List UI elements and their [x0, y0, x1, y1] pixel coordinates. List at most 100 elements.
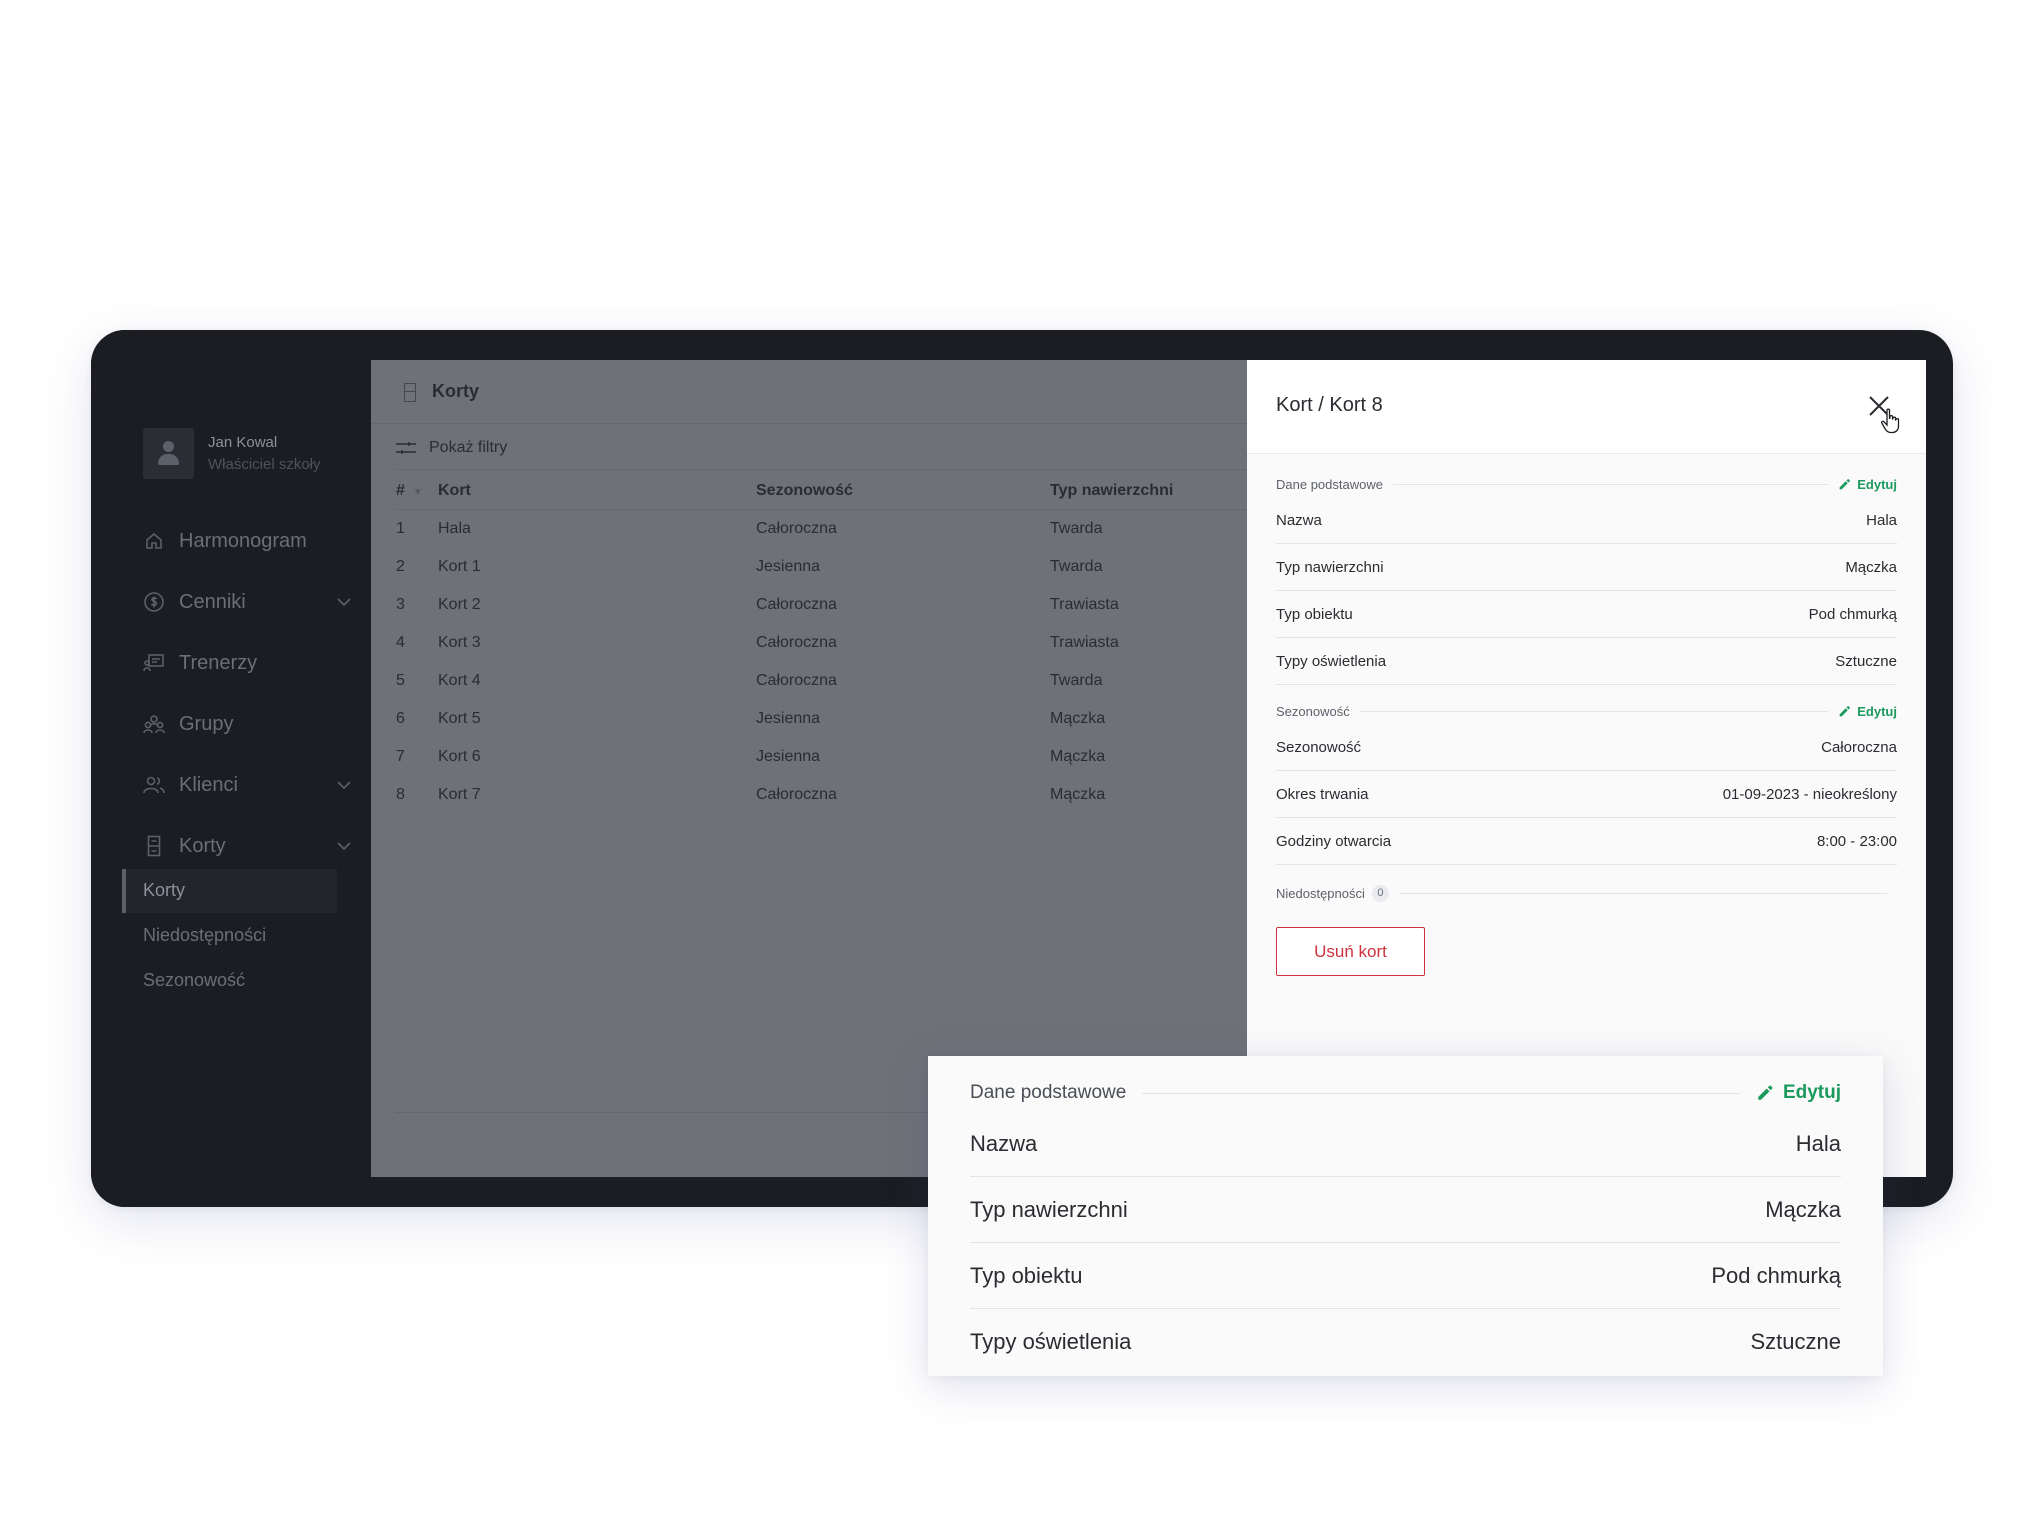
table-cell: Mączka: [1050, 710, 1106, 727]
section-header-season: Sezonowość Edytuj: [1276, 701, 1897, 721]
sidebar-subitem-niedostepnosci[interactable]: Niedostępności: [143, 925, 266, 946]
user-role: Właściciel szkoły: [208, 455, 321, 473]
chevron-down-icon[interactable]: [335, 593, 353, 611]
table-cell: Jesienna: [756, 558, 821, 575]
section-header-unavailability: Niedostępności 0: [1276, 883, 1897, 903]
panel-header: Kort / Kort 8: [1247, 360, 1926, 454]
zoom-section-header: Dane podstawowe Edytuj: [970, 1078, 1841, 1108]
pencil-icon: [1758, 1085, 1773, 1100]
pencil-icon: [1839, 478, 1851, 489]
detail-row: Nazwa Hala: [1276, 497, 1897, 544]
detail-row: Typ nawierzchni Mączka: [970, 1177, 1841, 1243]
detail-value: Hala: [1866, 511, 1897, 529]
detail-value: 01-09-2023 - nieokreślony: [1722, 785, 1897, 803]
sliders-icon: [396, 441, 416, 454]
table-row[interactable]: 6 Kort 5 Jesienna Mączka: [395, 700, 1247, 738]
table-cell: 4: [396, 634, 405, 651]
dollar-icon: [143, 591, 165, 613]
court-icon: [143, 835, 165, 857]
column-header[interactable]: Kort: [438, 472, 471, 510]
table-cell: Całoroczna: [756, 634, 837, 651]
hand-cursor-icon: [1881, 408, 1900, 434]
table-cell: Całoroczna: [756, 672, 837, 689]
detail-key: Typ nawierzchni: [1276, 558, 1384, 576]
column-header[interactable]: Sezonowość: [756, 472, 853, 510]
table-row[interactable]: 2 Kort 1 Jesienna Twarda: [395, 548, 1247, 586]
table-cell: 1: [396, 520, 405, 537]
count-badge: 0: [1371, 884, 1389, 902]
table-cell: Kort 5: [438, 710, 481, 727]
table-cell: 5: [396, 672, 405, 689]
detail-value: Mączka: [1765, 1196, 1841, 1222]
sidebar-item-label: Grupy: [179, 712, 234, 735]
pencil-icon: [1839, 705, 1851, 716]
edit-basic-button[interactable]: Edytuj: [1756, 1082, 1841, 1104]
table-row[interactable]: 3 Kort 2 Całoroczna Trawiasta: [395, 586, 1247, 624]
table-row[interactable]: 5 Kort 4 Całoroczna Twarda: [395, 662, 1247, 700]
detail-value: Całoroczna: [1821, 738, 1897, 756]
delete-court-button[interactable]: Usuń kort: [1276, 927, 1425, 976]
sidebar-item-trenerzy[interactable]: Trenerzy: [143, 648, 353, 678]
edit-season-button[interactable]: Edytuj: [1838, 704, 1897, 719]
detail-key: Typ nawierzchni: [970, 1196, 1128, 1222]
zoomed-detail-card: Dane podstawowe Edytuj Nazwa Hala Typ naw…: [928, 1056, 1883, 1376]
show-filters-button[interactable]: Pokaż filtry: [395, 426, 1247, 470]
table-cell: Jesienna: [756, 710, 821, 727]
detail-row: Nazwa Hala: [970, 1111, 1841, 1177]
sidebar-item-label: Korty: [179, 834, 226, 857]
user-profile[interactable]: Jan Kowal Właściciel szkoły: [143, 428, 321, 479]
table-cell: Twarda: [1050, 672, 1103, 689]
table-row[interactable]: 1 Hala Całoroczna Twarda: [395, 510, 1247, 548]
detail-key: Nazwa: [970, 1130, 1038, 1156]
chevron-down-icon[interactable]: [335, 837, 353, 855]
section-header-basic: Dane podstawowe Edytuj: [1276, 474, 1897, 494]
table-cell: Kort 7: [438, 786, 481, 803]
detail-row: Typy oświetlenia Sztuczne: [970, 1309, 1841, 1375]
table-cell: Twarda: [1050, 558, 1103, 575]
chevron-down-icon[interactable]: [335, 776, 353, 794]
detail-value: Mączka: [1845, 558, 1897, 576]
sidebar-subitem-korty[interactable]: Korty: [143, 880, 185, 901]
table-cell: Twarda: [1050, 520, 1103, 537]
table-row[interactable]: 4 Kort 3 Całoroczna Trawiasta: [395, 624, 1247, 662]
edit-basic-button[interactable]: Edytuj: [1838, 477, 1897, 492]
court-detail-panel: Kort / Kort 8 Dane podstawowe Edytuj Naz…: [1247, 360, 1926, 1177]
edit-label: Edytuj: [1782, 1082, 1841, 1103]
sidebar-subitem-sezonowosc[interactable]: Sezonowość: [143, 970, 245, 991]
whiteboard-icon: [143, 652, 165, 674]
detail-value: Sztuczne: [1750, 1329, 1842, 1354]
section-label: Niedostępności: [1276, 885, 1365, 901]
detail-key: Typy oświetlenia: [970, 1329, 1132, 1354]
column-header[interactable]: Typ nawierzchni: [1050, 472, 1173, 510]
sort-icon: ▼: [412, 487, 423, 498]
detail-row: Sezonowość Całoroczna: [1276, 724, 1897, 771]
detail-row: Typy oświetlenia Sztuczne: [1276, 638, 1897, 685]
sidebar-item-harmonogram[interactable]: Harmonogram: [143, 526, 353, 556]
sidebar-item-cenniki[interactable]: Cenniki: [143, 587, 353, 617]
detail-row: Typ nawierzchni Mączka: [1276, 544, 1897, 591]
sidebar: Jan Kowal Właściciel szkoły Harmonogram …: [91, 330, 371, 1207]
table-row[interactable]: 7 Kort 6 Jesienna Mączka: [395, 738, 1247, 776]
table-cell: Mączka: [1050, 748, 1106, 765]
sidebar-item-korty[interactable]: Korty: [143, 831, 353, 861]
section-label: Sezonowość: [1276, 703, 1350, 719]
sidebar-item-grupy[interactable]: Grupy: [143, 709, 353, 739]
table-cell: 6: [396, 710, 405, 727]
users-icon: [143, 774, 165, 796]
section-label: Dane podstawowe: [1276, 476, 1383, 492]
home-icon: [143, 530, 165, 552]
table-cell: Mączka: [1050, 786, 1106, 803]
table-cell: Hala: [438, 520, 471, 537]
table-row[interactable]: 8 Kort 7 Całoroczna Mączka: [395, 776, 1247, 814]
sidebar-item-label: Harmonogram: [179, 529, 307, 552]
detail-value: Hala: [1795, 1130, 1841, 1156]
detail-key: Sezonowość: [1276, 738, 1362, 756]
edit-label: Edytuj: [1857, 703, 1897, 719]
detail-value: Sztuczne: [1835, 652, 1897, 670]
table-cell: Kort 1: [438, 558, 481, 575]
column-header[interactable]: # ▼: [396, 472, 423, 512]
table-cell: Jesienna: [756, 748, 821, 765]
table-cell: 8: [396, 786, 405, 803]
table-cell: Kort 2: [438, 596, 481, 613]
sidebar-item-klienci[interactable]: Klienci: [143, 770, 353, 800]
